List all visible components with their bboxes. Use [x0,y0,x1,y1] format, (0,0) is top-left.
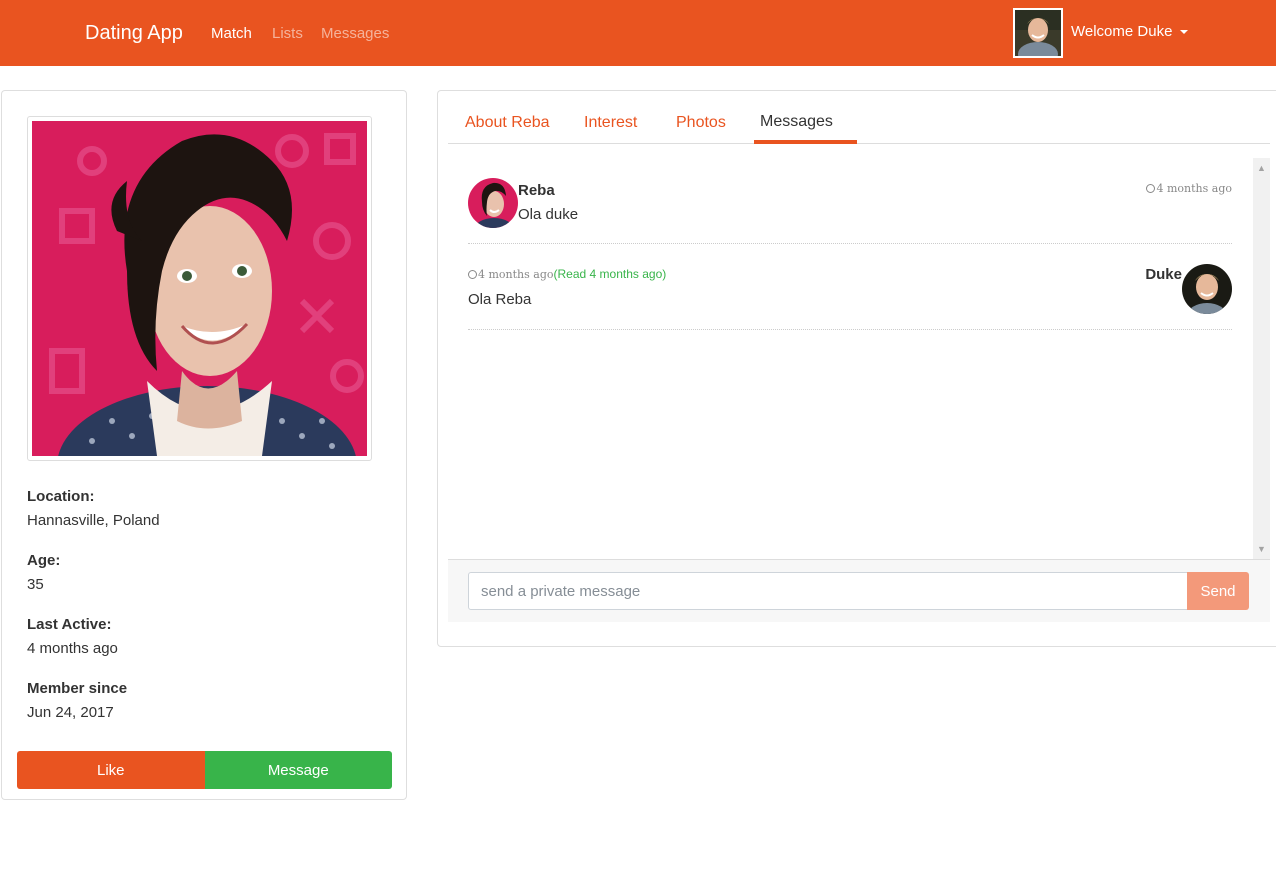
message-timestamp: 4 months ago(Read 4 months ago) [468,267,666,281]
reba-avatar [468,178,518,228]
chat-scrollbar[interactable]: ▲ ▼ [1253,158,1270,559]
location-label: Location: [27,488,95,505]
duke-avatar [1182,264,1232,314]
age-value: 35 [27,576,44,593]
profile-photo [32,121,367,456]
age-block: Age: 35 [27,552,60,593]
user-dropdown-toggle[interactable]: Welcome Duke [1071,23,1189,40]
message-time-text: 4 months ago [1156,182,1232,195]
message-time-text: 4 months ago [478,268,554,281]
message-button[interactable]: Message [204,751,392,789]
chat-message-incoming: Reba Ola duke 4 months ago [468,158,1232,244]
profile-photo-frame [27,116,372,461]
message-input[interactable] [468,572,1188,610]
chat-message-list: Reba Ola duke 4 months ago 4 months ago(… [448,158,1270,559]
last-active-value: 4 months ago [27,640,118,657]
last-active-label: Last Active: [27,616,112,633]
message-timestamp: 4 months ago [1146,182,1232,195]
scroll-up-icon[interactable]: ▲ [1257,163,1266,173]
clock-icon [1146,184,1156,193]
member-since-value: Jun 24, 2017 [27,704,114,721]
welcome-text: Welcome Duke [1071,23,1173,40]
tab-photos[interactable]: Photos [676,114,726,132]
message-sender-name: Duke [1145,266,1182,283]
user-avatar[interactable] [1013,8,1063,58]
message-text: Ola duke [518,206,579,223]
message-composer: Send [448,559,1270,622]
send-button[interactable]: Send [1187,572,1249,610]
scroll-down-icon[interactable]: ▼ [1257,544,1266,554]
clock-icon [468,270,477,279]
nav-link-lists[interactable]: Lists [272,25,303,42]
message-text: Ola Reba [468,291,532,308]
member-since-label: Member since [27,680,128,697]
member-tabs-card: About Reba Interest Photos Messages Reba… [437,90,1276,647]
tab-messages[interactable]: Messages [760,113,833,131]
active-tab-indicator [754,140,857,144]
tab-about[interactable]: About Reba [465,114,550,132]
location-value: Hannasville, Poland [27,512,160,529]
duke-avatar-image [1015,10,1061,56]
last-active-block: Last Active: 4 months ago [27,616,118,657]
profile-actions: Like Message [17,751,392,789]
age-label: Age: [27,552,61,569]
chat-message-outgoing: 4 months ago(Read 4 months ago) Ola Reba… [468,244,1232,330]
navbar: Dating App Match Lists Messages Welcome … [0,0,1276,66]
nav-link-match[interactable]: Match [211,25,252,42]
caret-down-icon [1180,30,1189,35]
nav-link-messages[interactable]: Messages [321,25,389,42]
message-sender-name: Reba [518,182,555,199]
brand-link[interactable]: Dating App [85,22,183,45]
read-status: (Read 4 months ago) [553,267,667,281]
member-tabs: About Reba Interest Photos Messages [448,91,1270,144]
member-since-block: Member since Jun 24, 2017 [27,680,127,721]
like-button[interactable]: Like [17,751,205,789]
tab-interest[interactable]: Interest [584,114,637,132]
profile-card: Location: Hannasville, Poland Age: 35 La… [1,90,407,800]
location-block: Location: Hannasville, Poland [27,488,160,529]
